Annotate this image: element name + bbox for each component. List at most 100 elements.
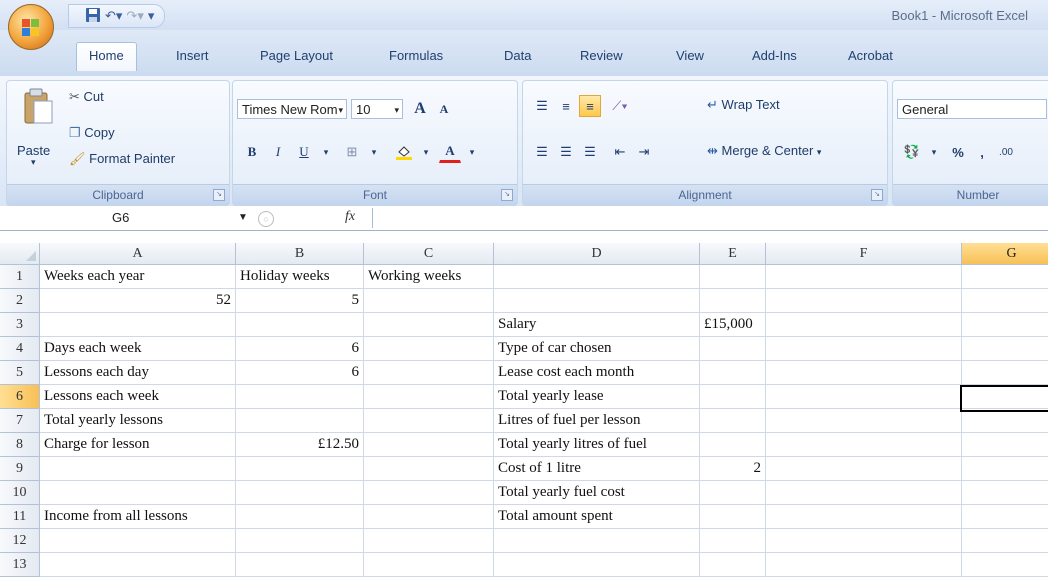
cell-g8[interactable] <box>962 433 1048 457</box>
cell-a10[interactable] <box>40 481 236 505</box>
cell-e2[interactable] <box>700 289 766 313</box>
cell-e12[interactable] <box>700 529 766 553</box>
cell-a11[interactable]: Income from all lessons <box>40 505 236 529</box>
cell-g10[interactable] <box>962 481 1048 505</box>
name-box[interactable]: G6 ▼ <box>0 208 250 228</box>
tab-page-layout[interactable]: Page Layout <box>260 48 333 63</box>
clipboard-launcher-icon[interactable]: ↘ <box>213 189 225 201</box>
cell-a6[interactable]: Lessons each week <box>40 385 236 409</box>
cell-e9[interactable]: 2 <box>700 457 766 481</box>
row-header-13[interactable]: 13 <box>0 553 40 577</box>
cell-f10[interactable] <box>766 481 962 505</box>
cell-a8[interactable]: Charge for lesson <box>40 433 236 457</box>
cell-c13[interactable] <box>364 553 494 577</box>
cell-f13[interactable] <box>766 553 962 577</box>
merge-center-button[interactable]: ⇹ Merge & Center ▾ <box>707 143 821 159</box>
italic-button[interactable]: I <box>267 141 289 163</box>
cell-e3[interactable]: £15,000 <box>700 313 766 337</box>
decrease-indent-icon[interactable]: ⇤ <box>609 141 631 163</box>
cell-b5[interactable]: 6 <box>236 361 364 385</box>
cell-g2[interactable] <box>962 289 1048 313</box>
copy-button[interactable]: ❐ Copy <box>69 125 115 141</box>
tab-view[interactable]: View <box>676 48 704 63</box>
cell-d1[interactable] <box>494 265 700 289</box>
cell-d8[interactable]: Total yearly litres of fuel <box>494 433 700 457</box>
cell-g13[interactable] <box>962 553 1048 577</box>
cell-a9[interactable] <box>40 457 236 481</box>
row-header-6[interactable]: 6 <box>0 385 40 409</box>
number-format-box[interactable]: General <box>897 99 1047 119</box>
cell-b6[interactable] <box>236 385 364 409</box>
cell-a5[interactable]: Lessons each day <box>40 361 236 385</box>
cell-g7[interactable] <box>962 409 1048 433</box>
cell-e1[interactable] <box>700 265 766 289</box>
cell-c2[interactable] <box>364 289 494 313</box>
format-painter-button[interactable]: 🖌 Format Painter <box>69 151 175 167</box>
cell-d9[interactable]: Cost of 1 litre <box>494 457 700 481</box>
customize-arrow-icon[interactable]: ▾ <box>148 8 155 24</box>
undo-icon[interactable]: ↶▾ <box>105 8 122 24</box>
cell-b13[interactable] <box>236 553 364 577</box>
cell-c8[interactable] <box>364 433 494 457</box>
tab-review[interactable]: Review <box>580 48 623 63</box>
percent-button[interactable]: % <box>947 141 969 163</box>
cell-f2[interactable] <box>766 289 962 313</box>
comma-button[interactable]: , <box>971 141 993 163</box>
office-button[interactable] <box>8 4 54 50</box>
cell-d10[interactable]: Total yearly fuel cost <box>494 481 700 505</box>
shrink-font-button[interactable]: A <box>433 98 455 120</box>
cell-f9[interactable] <box>766 457 962 481</box>
cell-e4[interactable] <box>700 337 766 361</box>
cell-f5[interactable] <box>766 361 962 385</box>
tab-insert[interactable]: Insert <box>176 48 209 63</box>
align-center-icon[interactable]: ☰ <box>555 141 577 163</box>
cell-f3[interactable] <box>766 313 962 337</box>
font-color-dropdown-icon[interactable]: ▾ <box>461 141 483 163</box>
cell-f7[interactable] <box>766 409 962 433</box>
cell-d3[interactable]: Salary <box>494 313 700 337</box>
column-header-e[interactable]: E <box>700 243 766 265</box>
bold-button[interactable]: B <box>241 141 263 163</box>
insert-function-button[interactable]: fx <box>345 209 355 225</box>
row-header-9[interactable]: 9 <box>0 457 40 481</box>
cell-d4[interactable]: Type of car chosen <box>494 337 700 361</box>
fill-color-icon[interactable] <box>393 141 415 163</box>
cell-g3[interactable] <box>962 313 1048 337</box>
cell-b7[interactable] <box>236 409 364 433</box>
currency-dropdown-icon[interactable]: ▾ <box>923 141 945 163</box>
cell-d13[interactable] <box>494 553 700 577</box>
cell-c5[interactable] <box>364 361 494 385</box>
wrap-text-button[interactable]: ↵ Wrap Text <box>707 97 780 113</box>
cell-b11[interactable] <box>236 505 364 529</box>
cell-b3[interactable] <box>236 313 364 337</box>
cell-a7[interactable]: Total yearly lessons <box>40 409 236 433</box>
cut-button[interactable]: ✂ Cut <box>69 89 104 105</box>
cell-a4[interactable]: Days each week <box>40 337 236 361</box>
row-header-2[interactable]: 2 <box>0 289 40 313</box>
paste-button[interactable]: Paste ▾ <box>13 85 63 169</box>
align-left-icon[interactable]: ☰ <box>531 141 553 163</box>
font-name-box[interactable]: Times New Rom ▾ <box>237 99 347 119</box>
cell-d11[interactable]: Total amount spent <box>494 505 700 529</box>
align-bottom-icon[interactable]: ≡ <box>579 95 601 117</box>
cell-f8[interactable] <box>766 433 962 457</box>
cell-c10[interactable] <box>364 481 494 505</box>
cell-c6[interactable] <box>364 385 494 409</box>
column-header-f[interactable]: F <box>766 243 962 265</box>
tab-data[interactable]: Data <box>504 48 531 63</box>
cell-a2[interactable]: 52 <box>40 289 236 313</box>
row-header-10[interactable]: 10 <box>0 481 40 505</box>
column-header-c[interactable]: C <box>364 243 494 265</box>
cell-g4[interactable] <box>962 337 1048 361</box>
cell-e7[interactable] <box>700 409 766 433</box>
font-launcher-icon[interactable]: ↘ <box>501 189 513 201</box>
select-all-corner[interactable] <box>0 243 40 265</box>
cell-c3[interactable] <box>364 313 494 337</box>
cell-g11[interactable] <box>962 505 1048 529</box>
align-top-icon[interactable]: ☰ <box>531 95 553 117</box>
cell-b10[interactable] <box>236 481 364 505</box>
formula-input[interactable] <box>378 208 1038 228</box>
orientation-icon[interactable]: ⟋▾ <box>609 95 631 117</box>
row-header-5[interactable]: 5 <box>0 361 40 385</box>
cell-e10[interactable] <box>700 481 766 505</box>
